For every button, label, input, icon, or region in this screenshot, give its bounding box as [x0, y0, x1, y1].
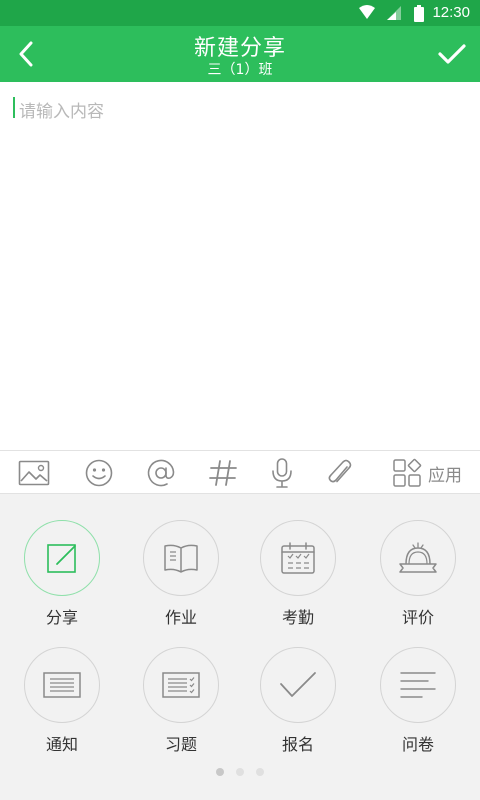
page-dot-2[interactable] [236, 768, 244, 776]
notice-icon [43, 672, 81, 698]
mention-button[interactable] [143, 455, 179, 491]
exercise-item[interactable]: 习题 [131, 647, 231, 757]
share-item-circle[interactable] [24, 520, 100, 596]
attachment-button[interactable] [322, 455, 358, 491]
content-editor[interactable]: 请输入内容 [0, 82, 480, 450]
evaluation-item-label: 评价 [401, 608, 434, 627]
hashtag-icon [209, 460, 237, 486]
exercise-icon [162, 672, 200, 698]
emoji-button[interactable] [81, 455, 117, 491]
wifi-icon [359, 5, 375, 19]
image-icon [18, 460, 50, 486]
notice-item[interactable]: 通知 [12, 647, 112, 757]
page-indicator [0, 768, 480, 778]
compose-toolbar: 应用 [0, 450, 480, 494]
share-item-label: 分享 [45, 608, 78, 627]
apps-label: 应用 [428, 465, 462, 486]
function-panel: 分享 作业 考勤 评价 通知 习题 报名 问卷 [0, 494, 480, 800]
survey-item-label: 问卷 [401, 735, 434, 754]
homework-item-circle[interactable] [143, 520, 219, 596]
attendance-item-label: 考勤 [281, 608, 314, 627]
signup-item-label: 报名 [281, 735, 314, 754]
share-item[interactable]: 分享 [12, 520, 112, 630]
exercise-item-label: 习题 [164, 735, 197, 754]
text-cursor [13, 97, 15, 118]
evaluation-item[interactable]: 评价 [368, 520, 468, 630]
page-title: 新建分享 [193, 36, 286, 61]
homework-item-label: 作业 [164, 608, 197, 627]
page-dot-3[interactable] [256, 768, 264, 776]
survey-icon [400, 672, 436, 698]
apps-button[interactable]: 应用 [392, 455, 462, 491]
battery-icon [414, 5, 424, 22]
status-time: 12:30 [432, 4, 470, 21]
notice-item-circle[interactable] [24, 647, 100, 723]
status-bar: 12:30 [0, 0, 480, 26]
microphone-icon [272, 458, 292, 488]
homework-item[interactable]: 作业 [131, 520, 231, 630]
signup-item[interactable]: 报名 [248, 647, 348, 757]
page-subtitle: 三（1）班 [207, 62, 273, 78]
evaluation-item-circle[interactable] [380, 520, 456, 596]
share-edit-icon [47, 544, 76, 573]
survey-item[interactable]: 问卷 [368, 647, 468, 757]
apps-grid-icon [393, 458, 422, 487]
check-icon [438, 44, 466, 64]
image-button[interactable] [16, 455, 52, 491]
survey-item-circle[interactable] [380, 647, 456, 723]
page-dot-1[interactable] [216, 768, 224, 776]
check-icon [280, 672, 316, 697]
notice-item-label: 通知 [45, 735, 78, 754]
confirm-button[interactable] [430, 32, 474, 76]
app-bar: 新建分享 三（1）班 [0, 26, 480, 82]
emoji-icon [85, 459, 113, 487]
signup-item-circle[interactable] [260, 647, 336, 723]
editor-placeholder: 请输入内容 [19, 102, 104, 122]
at-icon [147, 459, 175, 487]
attendance-item-circle[interactable] [260, 520, 336, 596]
calendar-icon [281, 542, 315, 574]
award-icon [399, 542, 437, 573]
attendance-item[interactable]: 考勤 [248, 520, 348, 630]
book-icon [164, 544, 198, 573]
attachment-icon [328, 459, 352, 483]
exercise-item-circle[interactable] [143, 647, 219, 723]
voice-button[interactable] [264, 455, 300, 491]
signal-icon [387, 6, 401, 20]
hashtag-button[interactable] [205, 455, 241, 491]
